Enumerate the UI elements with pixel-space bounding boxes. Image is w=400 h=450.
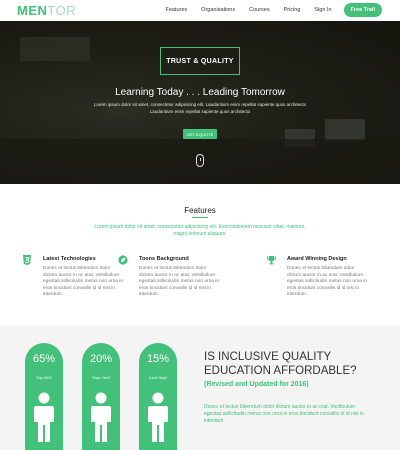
nav-courses[interactable]: Courses xyxy=(249,7,269,13)
stat-pill: 15% Can't Say!! xyxy=(139,343,177,450)
quality-title-line-2: EDUCATION AFFORDABLE? xyxy=(204,365,357,377)
hero-subtitle-line-1: Lorem ipsum dolor sit amet, consectetur … xyxy=(93,102,307,107)
quality-subtitle: (Revised and Updated for 2016) xyxy=(204,381,309,388)
stat-value: 15% xyxy=(146,353,170,365)
free-trial-button[interactable]: Free Trail xyxy=(343,3,382,17)
stat-value: 65% xyxy=(32,353,56,365)
nav-sign-in[interactable]: Sign In xyxy=(314,7,331,13)
stat-label: Says Yes!! xyxy=(92,376,110,380)
quality-title-line-1: IS INCLUSIVE QUALITY xyxy=(204,351,332,363)
logo[interactable]: MENTOR xyxy=(17,3,76,18)
hero-banner: TRUST & QUALITY Learning Today . . . Lea… xyxy=(0,21,400,184)
trophy-icon xyxy=(266,255,277,265)
person-icon xyxy=(148,392,168,442)
stat-label: Say NO!! xyxy=(36,376,52,380)
leaf-icon xyxy=(118,255,128,265)
feature-text: Donec et lectus bibendum dolor dictum au… xyxy=(139,266,219,297)
nav-features[interactable]: Features xyxy=(165,7,187,13)
quality-title: IS INCLUSIVE QUALITY EDUCATION AFFORDABL… xyxy=(204,350,357,378)
trust-quality-badge: TRUST & QUALITY xyxy=(160,47,240,75)
get-quote-button[interactable]: GET A QUOTE xyxy=(183,129,217,139)
stat-value: 20% xyxy=(89,353,113,365)
logo-part-2: TOR xyxy=(47,3,77,18)
features-heading: Features xyxy=(184,206,216,215)
mouse-wheel xyxy=(199,158,201,161)
person-icon xyxy=(91,392,111,442)
hero-title: Learning Today . . . Leading Tomorrow xyxy=(115,87,285,98)
features-divider xyxy=(192,217,208,218)
quality-text: Donec et lectus bibendum dolor dictum au… xyxy=(204,404,364,424)
nav-organisations[interactable]: Organisations xyxy=(201,7,235,13)
stat-pill: 20% Says Yes!! xyxy=(82,343,120,450)
logo-part-1: MEN xyxy=(17,3,48,18)
nav-pricing[interactable]: Pricing xyxy=(284,7,301,13)
feature-text: Donec et lectus bibendum dolor dictum au… xyxy=(43,266,123,297)
hero-subtitle-line-2: Laudantium enim repellat sapiente quos a… xyxy=(149,109,251,114)
stat-pill: 65% Say NO!! xyxy=(25,343,63,450)
nav-menu: Features Organisations Courses Pricing S… xyxy=(151,3,382,17)
html5-icon xyxy=(22,255,32,265)
stat-label: Can't Say!! xyxy=(148,376,168,380)
feature-text: Donec et lectus bibendum dolor dictum au… xyxy=(287,266,367,297)
feature-title: Toons Background xyxy=(139,256,189,262)
top-navbar: MENTOR Features Organisations Courses Pr… xyxy=(0,0,400,21)
feature-title: Award Winning Design xyxy=(287,256,347,262)
feature-title: Latest Technologies xyxy=(43,256,96,262)
person-icon xyxy=(34,392,54,442)
badge-label: TRUST & QUALITY xyxy=(166,57,234,65)
features-intro: Lorem ipsum dolor sit amet, consectetur … xyxy=(94,224,306,237)
scroll-mouse-icon[interactable] xyxy=(196,154,204,167)
